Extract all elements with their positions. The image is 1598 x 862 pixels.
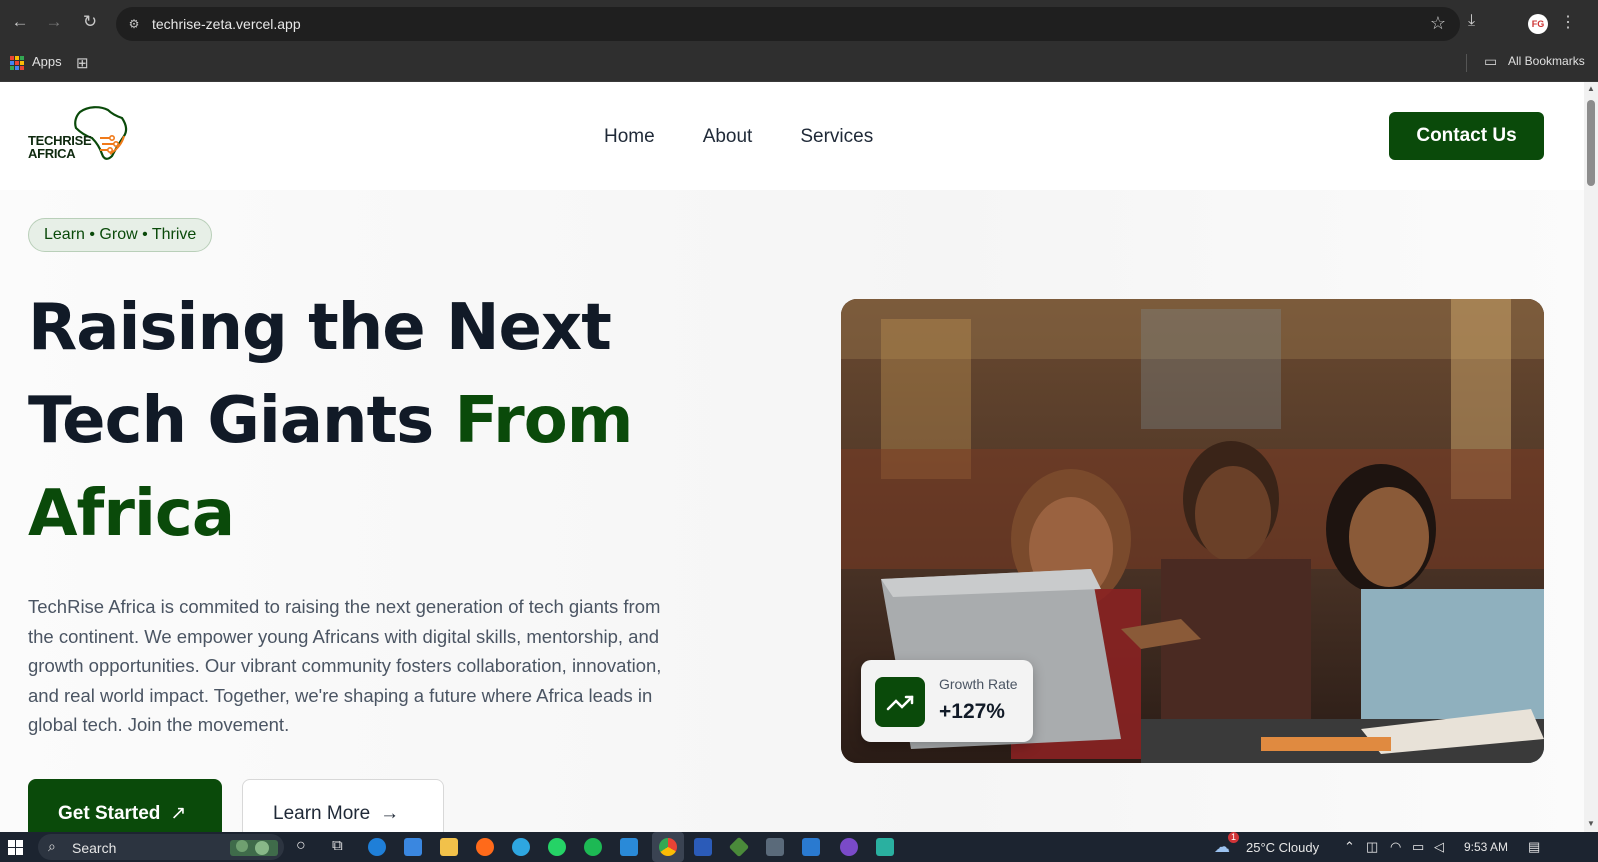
site-header: TECHRISE AFRICA Home About Services Cont…: [0, 82, 1584, 190]
search-placeholder: Search: [72, 840, 117, 856]
vscode-insiders-icon[interactable]: [876, 838, 894, 856]
forward-icon[interactable]: →: [44, 12, 64, 32]
contact-us-button[interactable]: Contact Us: [1389, 112, 1544, 160]
more-menu-icon[interactable]: ⋮: [1560, 12, 1576, 32]
learn-more-button[interactable]: Learn More →: [242, 779, 444, 832]
show-hidden-icon[interactable]: ⌃: [1344, 839, 1355, 855]
meet-icon[interactable]: ◫: [1366, 839, 1378, 855]
hero-headline: Raising the Next Tech Giants From Africa: [28, 282, 748, 561]
nav-home[interactable]: Home: [604, 126, 655, 148]
get-started-label: Get Started: [58, 803, 161, 824]
sourcetree-icon[interactable]: [728, 836, 750, 858]
page-scrollbar[interactable]: ▲ ▼: [1584, 82, 1598, 832]
techrise-logo[interactable]: TECHRISE AFRICA: [26, 104, 136, 164]
nav-services[interactable]: Services: [800, 126, 873, 148]
edge-icon[interactable]: [368, 838, 386, 856]
wifi-icon[interactable]: ◠: [1390, 839, 1401, 855]
page-viewport: TECHRISE AFRICA Home About Services Cont…: [0, 82, 1584, 832]
vscode-icon[interactable]: [620, 838, 638, 856]
store-icon[interactable]: [404, 838, 422, 856]
task-view-icon[interactable]: ⧉: [332, 837, 343, 854]
download-icon[interactable]: ⤓: [1468, 12, 1475, 30]
scroll-down-icon[interactable]: ▼: [1587, 820, 1595, 828]
search-icon: ⌕: [48, 838, 56, 854]
clock-time[interactable]: 9:53 AM: [1464, 840, 1508, 854]
nav-about[interactable]: About: [703, 126, 753, 148]
reload-icon[interactable]: ↻: [80, 12, 100, 32]
github-desktop-icon[interactable]: [840, 838, 858, 856]
tab-groups-icon[interactable]: ⊞: [76, 54, 89, 72]
weather-badge: 1: [1228, 832, 1239, 843]
windows-start-icon[interactable]: [8, 840, 23, 855]
apps-bookmark[interactable]: Apps: [32, 54, 62, 69]
cortana-icon[interactable]: ○: [296, 837, 306, 855]
telegram-icon[interactable]: [512, 838, 530, 856]
get-started-button[interactable]: Get Started ↗: [28, 779, 222, 832]
battery-icon[interactable]: ▭: [1412, 839, 1424, 855]
apps-grid-icon[interactable]: [10, 56, 24, 70]
spotify-icon[interactable]: [584, 838, 602, 856]
volume-icon[interactable]: ◁: [1434, 839, 1444, 855]
taskbar-search[interactable]: ⌕ Search: [38, 834, 284, 860]
logo-text: TECHRISE AFRICA: [28, 134, 92, 161]
remote-desktop-icon[interactable]: [802, 838, 820, 856]
scroll-up-icon[interactable]: ▲: [1587, 85, 1595, 93]
tagline-badge: Learn • Grow • Thrive: [28, 218, 213, 252]
whatsapp-icon[interactable]: [548, 838, 566, 856]
browser-toolbar: ← → ↻ ⚙ techrise-zeta.vercel.app ☆ ⤓ FG …: [0, 0, 1598, 44]
bookmarks-bar: Apps ⊞ ▭ All Bookmarks: [0, 44, 1598, 82]
weather-text[interactable]: 25°C Cloudy: [1246, 840, 1319, 855]
bookmark-star-icon[interactable]: ☆: [1430, 13, 1446, 34]
search-highlight-art: [230, 840, 278, 856]
main-nav: Home About Services: [604, 126, 873, 148]
os-taskbar: ⌕ Search ○ ⧉ ☁ 1 25°C Cloudy ⌃ ◫ ◠ ▭ ◁ 9…: [0, 832, 1598, 862]
arrow-up-right-icon: ↗: [170, 803, 187, 824]
growth-rate-card: Growth Rate +127%: [861, 660, 1033, 742]
chrome-icon[interactable]: [659, 838, 677, 856]
arrow-right-icon: →: [380, 803, 400, 824]
hero-description: TechRise Africa is commited to raising t…: [28, 596, 662, 735]
url-text[interactable]: techrise-zeta.vercel.app: [152, 16, 301, 32]
trending-up-icon: [875, 677, 925, 727]
all-bookmarks-link[interactable]: All Bookmarks: [1508, 54, 1585, 68]
profile-avatar[interactable]: FG: [1528, 14, 1548, 34]
hero-section: Learn • Grow • Thrive Raising the Next T…: [0, 190, 1584, 832]
weather-cloud-icon[interactable]: ☁: [1214, 837, 1230, 857]
learn-more-label: Learn More: [273, 803, 371, 824]
notifications-icon[interactable]: ▤: [1528, 839, 1540, 855]
scrollbar-thumb[interactable]: [1587, 100, 1595, 186]
file-explorer-icon[interactable]: [440, 838, 458, 856]
growth-rate-label: Growth Rate: [939, 676, 1018, 692]
firefox-icon[interactable]: [476, 838, 494, 856]
logo-line-2: AFRICA: [28, 146, 76, 161]
folder-icon: ▭: [1484, 53, 1498, 69]
bookmarks-divider: [1466, 54, 1467, 72]
back-icon[interactable]: ←: [10, 12, 30, 32]
address-bar[interactable]: ⚙ techrise-zeta.vercel.app ☆: [116, 7, 1460, 41]
chatgpt-icon[interactable]: [766, 838, 784, 856]
growth-rate-value: +127%: [939, 700, 1005, 723]
word-icon[interactable]: [694, 838, 712, 856]
site-info-icon[interactable]: ⚙: [126, 16, 142, 32]
